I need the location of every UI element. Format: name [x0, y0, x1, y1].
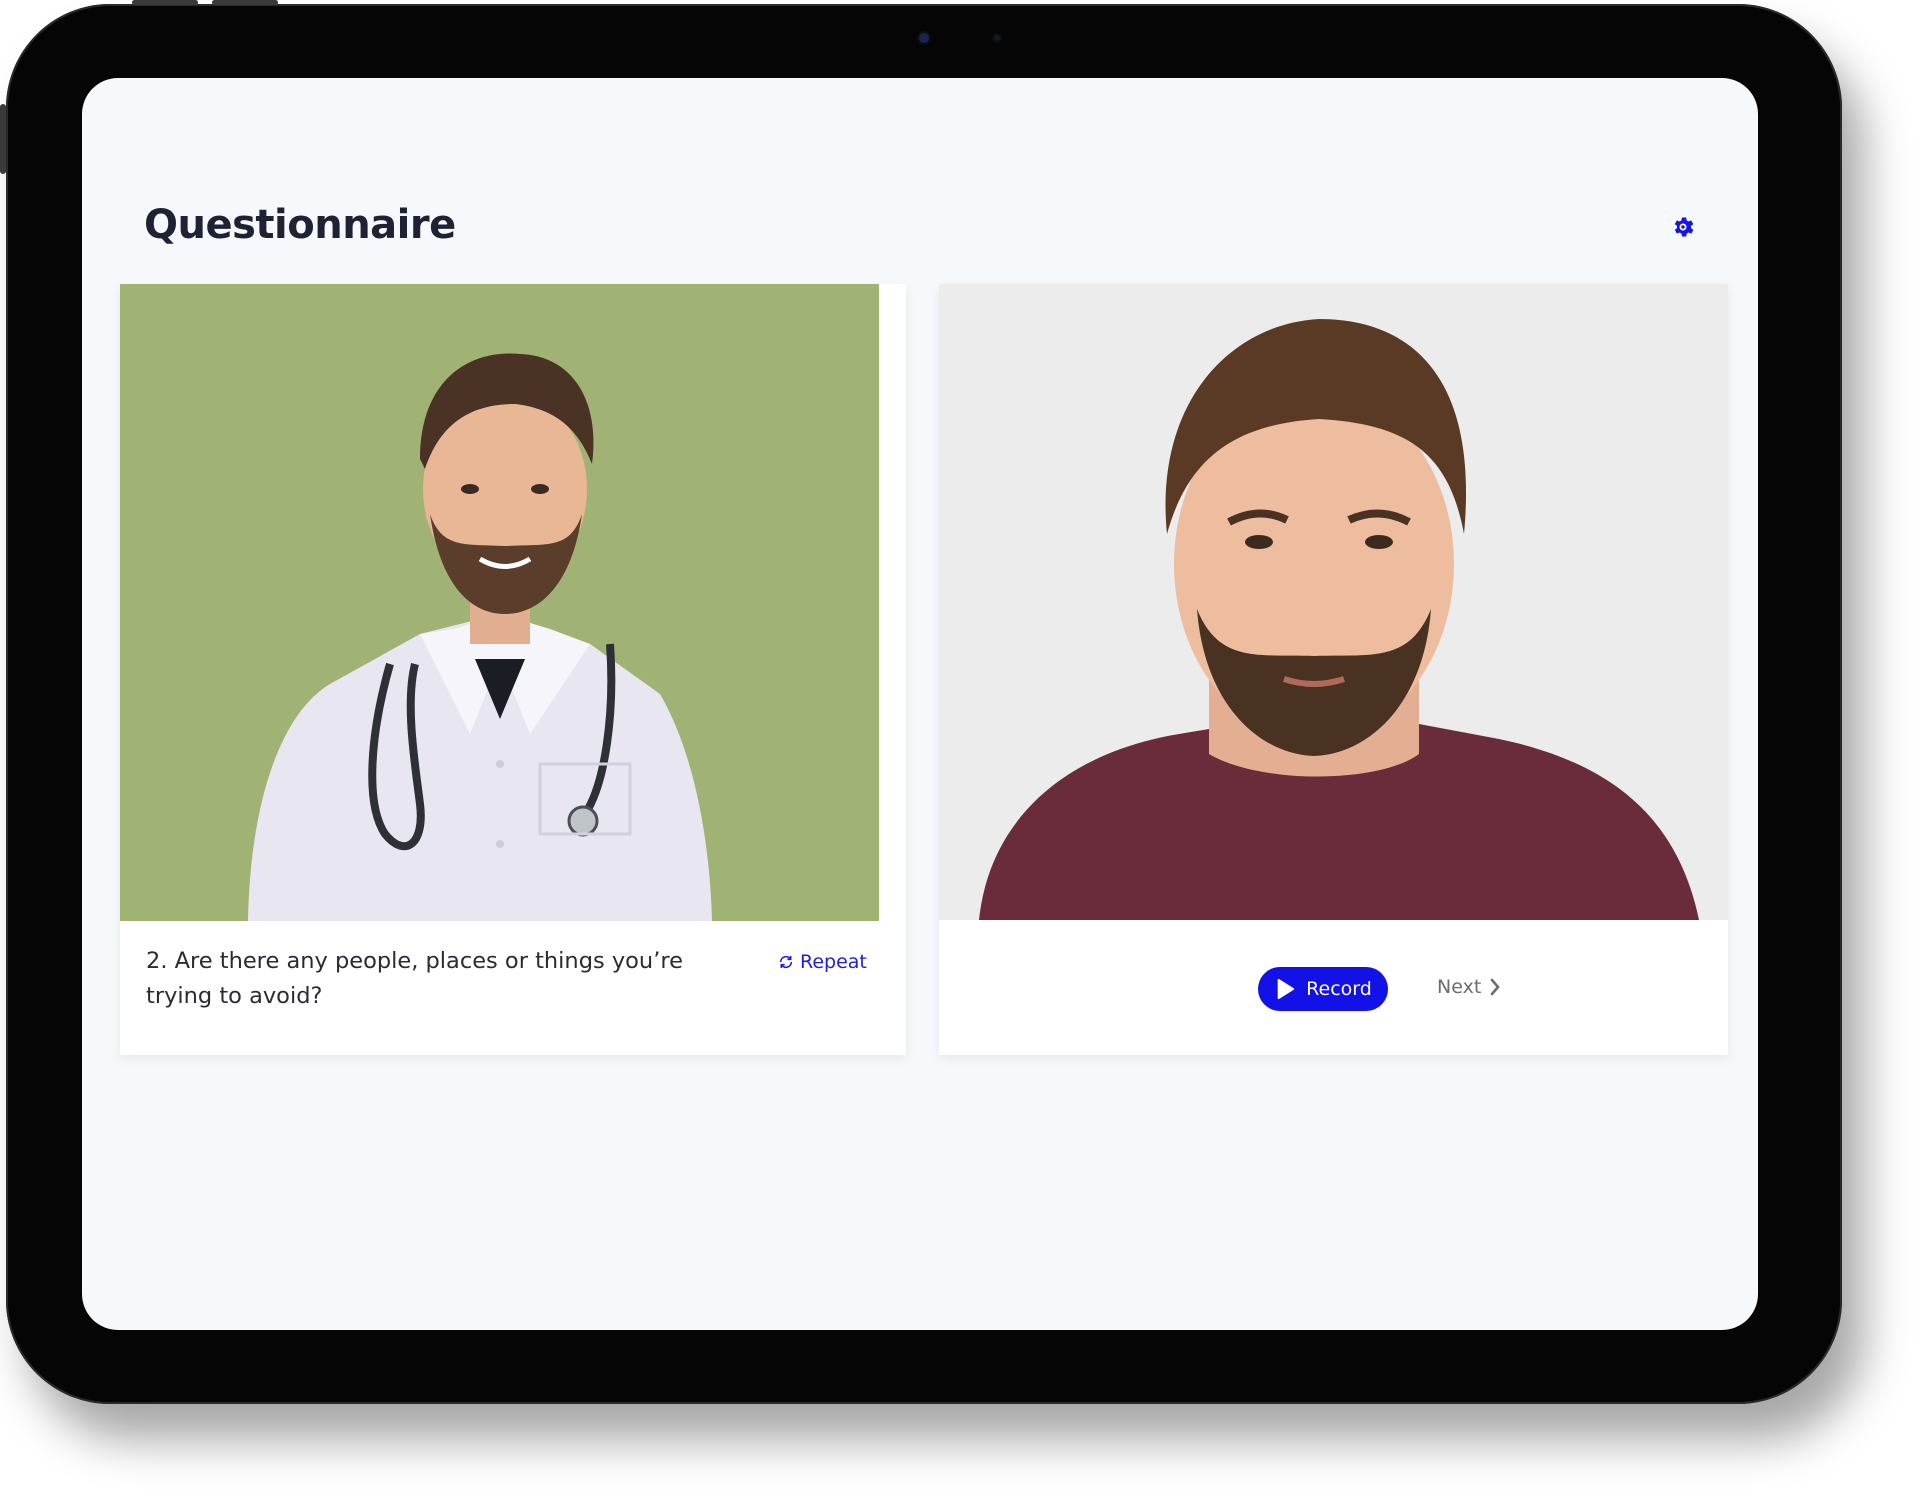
gear-icon — [1674, 217, 1694, 237]
camera-bar — [794, 26, 1054, 50]
tablet-top-button-2 — [212, 0, 278, 5]
next-label: Next — [1437, 976, 1482, 998]
sensor-icon — [994, 35, 1000, 41]
play-icon — [1277, 978, 1295, 1000]
app-screen: Questionnaire 2. Are there any people, p… — [82, 78, 1758, 1330]
record-label: Record — [1306, 978, 1372, 1000]
record-button[interactable]: Record — [1258, 967, 1388, 1011]
repeat-button[interactable]: Repeat — [778, 951, 867, 973]
tablet-frame: Questionnaire 2. Are there any people, p… — [0, 0, 1842, 1404]
tablet-volume-button — [0, 104, 6, 174]
chevron-right-icon — [1490, 978, 1500, 996]
participant-card: Record Next — [939, 284, 1728, 1055]
tablet-top-button-1 — [132, 0, 198, 5]
participant-portrait — [939, 284, 1728, 920]
page-title: Questionnaire — [144, 202, 456, 248]
camera-lens-icon — [919, 33, 929, 43]
next-button[interactable]: Next — [1437, 976, 1501, 998]
repeat-label: Repeat — [800, 951, 867, 973]
settings-button[interactable] — [1668, 212, 1698, 242]
refresh-icon — [779, 955, 793, 969]
interviewer-card: 2. Are there any people, places or thing… — [120, 284, 906, 1055]
doctor-portrait — [120, 284, 879, 921]
question-text: 2. Are there any people, places or thing… — [146, 948, 683, 1009]
